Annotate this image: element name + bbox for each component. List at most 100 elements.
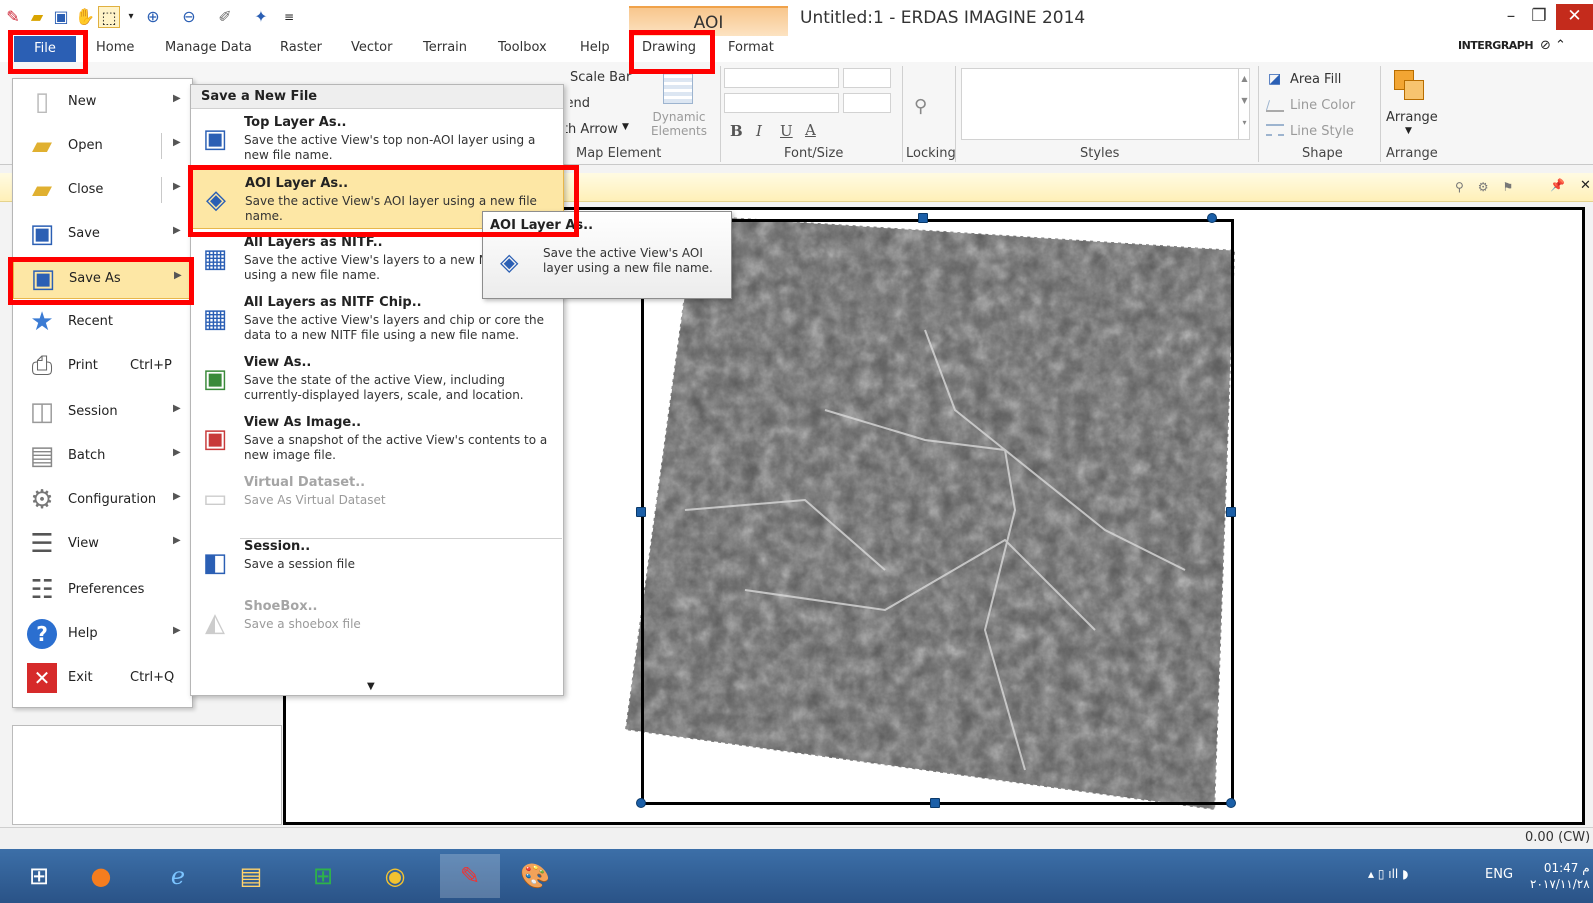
view-header-tools[interactable]: ⚲⚙⚑ [1455,180,1527,194]
file-menu-recent[interactable]: ★ Recent [13,301,192,343]
submenu-session[interactable]: ◧ Session.. Save a session file [192,533,564,593]
firefox-icon[interactable]: ● [78,854,124,898]
file-explorer-icon[interactable]: ▤ [228,854,274,898]
tab-home[interactable]: Home [96,40,134,55]
close-icon[interactable]: ✕ [1556,4,1593,30]
scroll-down-icon[interactable]: ▼ [367,681,375,692]
tab-format[interactable]: Format [728,40,774,55]
save-icon[interactable]: ▣ [50,6,72,28]
tray-clock[interactable]: 01:47 م ٢٠١٧/١١/٢٨ [1530,860,1590,892]
pin-icon[interactable]: 📌 [1550,178,1565,192]
zoom-out-icon[interactable]: ⊖ [178,6,200,28]
styles-gallery-scroll[interactable]: ▲ ▼ ▾ [1238,68,1250,140]
aoi-handle-bottom[interactable] [930,798,940,808]
zoom-in-icon[interactable]: ⊕ [142,6,164,28]
intergraph-logo: INTERGRAPH [1458,39,1534,52]
file-menu-close[interactable]: ▰ Close ▶ [13,169,192,211]
dynamic-elements-icon[interactable] [663,70,693,104]
ribbon-toolbar-icons[interactable]: ⊘ ⌃ [1540,38,1566,53]
tab-terrain[interactable]: Terrain [423,40,467,55]
view-close-icon[interactable]: ✕ [1580,178,1591,193]
contents-panel[interactable] [12,725,282,825]
dropdown-icon[interactable]: ▾ [120,6,142,28]
aoi-handle-bottom-right[interactable] [1226,798,1236,808]
windows-start-icon[interactable]: ⊞ [16,854,62,898]
fill-icon[interactable]: ✦ [250,6,272,28]
restore-icon[interactable]: ❐ [1526,4,1552,30]
file-menu-session[interactable]: ◫ Session ▶ [13,391,192,433]
tray-language[interactable]: ENG [1485,867,1513,882]
area-fill-button[interactable]: Area Fill [1290,72,1341,87]
line-color-button[interactable]: Line Color [1290,98,1355,113]
store-icon[interactable]: ⊞ [300,854,346,898]
aoi-handle-left[interactable] [636,507,646,517]
file-menu-preferences[interactable]: ☷ Preferences [13,569,192,611]
submenu-view-as[interactable]: ▣ View As.. Save the state of the active… [192,349,564,409]
tray-icons[interactable]: ▴ ▯ ıll ◗ [1368,867,1408,881]
group-locking: Locking [906,146,956,161]
paint-icon[interactable]: 🎨 [512,854,558,898]
select-icon[interactable]: ⬚ [98,6,120,28]
arrange-button[interactable]: Arrange [1386,110,1438,125]
font-combo-2[interactable] [724,93,839,113]
internet-explorer-icon[interactable]: e [155,854,201,898]
submenu-view-as-image[interactable]: ▣ View As Image.. Save a snapshot of the… [192,409,564,469]
arrange-icon[interactable] [1394,70,1424,100]
submenu-shoebox[interactable]: ◭ ShoeBox.. Save a shoebox file [192,593,564,653]
font-size-combo[interactable] [843,68,891,88]
open-icon[interactable]: ▰ [26,6,48,28]
file-menu-view[interactable]: ☰ View ▶ [13,523,192,565]
submenu-top-layer-as[interactable]: ▣ Top Layer As.. Save the active View's … [192,109,564,169]
chrome-icon[interactable]: ◉ [372,854,418,898]
legend-button[interactable]: Legend [570,96,590,111]
north-arrow-button[interactable]: North Arrow [566,122,618,137]
font-size-combo-2[interactable] [843,93,891,113]
split-divider [161,177,162,203]
dynamic-elements-button[interactable]: Dynamic Elements [644,110,714,138]
tab-manage-data[interactable]: Manage Data [165,40,252,55]
minimize-icon[interactable]: – [1498,4,1524,30]
split-divider [161,133,162,159]
tab-raster[interactable]: Raster [280,40,322,55]
menu-label: Preferences [68,582,145,597]
aoi-handle-bottom-left[interactable] [636,798,646,808]
bold-button[interactable]: B [730,122,743,140]
north-arrow-dropdown-icon[interactable]: ▼ [622,122,629,132]
erdas-icon[interactable]: ✎ [440,854,500,898]
file-menu-help[interactable]: ? Help ▶ [13,613,192,655]
font-color-button[interactable]: A [805,121,816,139]
submenu-item-title: Virtual Dataset.. [244,475,366,490]
file-menu-print[interactable]: ⎙ Print Ctrl+P [13,345,192,387]
shoebox-icon: ◭ [205,608,225,638]
brush-icon[interactable]: ✐ [214,6,236,28]
aoi-bounding-box[interactable] [641,219,1234,805]
pan-icon[interactable]: ✋ [74,6,96,28]
styles-gallery[interactable] [961,68,1250,140]
italic-button[interactable]: I [756,122,762,140]
submenu-arrow-icon[interactable]: ▶ [173,181,181,192]
tab-toolbox[interactable]: Toolbox [498,40,547,55]
line-style-icon [1266,124,1284,136]
aoi-handle-top-right[interactable] [1207,213,1217,223]
tab-vector[interactable]: Vector [351,40,392,55]
aoi-handle-right[interactable] [1226,507,1236,517]
tab-help[interactable]: Help [580,40,610,55]
file-menu-new[interactable]: ▯ New ▶ [13,81,192,123]
customize-qat-icon[interactable]: ≡ [278,6,300,28]
file-menu-open[interactable]: ▰ Open ▶ [13,125,192,167]
lock-icon[interactable]: ⚲ [914,96,927,117]
submenu-arrow-icon[interactable]: ▶ [173,137,181,148]
line-style-button[interactable]: Line Style [1290,124,1354,139]
font-name-combo[interactable] [724,68,839,88]
submenu-virtual-dataset[interactable]: ▭ Virtual Dataset.. Save As Virtual Data… [192,469,564,529]
folder-open-icon: ▰ [32,131,52,161]
file-menu-save[interactable]: ▣ Save ▶ [13,213,192,255]
file-menu-configuration[interactable]: ⚙ Configuration ▶ [13,479,192,521]
pen-icon[interactable]: ✎ [2,6,24,28]
underline-button[interactable]: U [780,122,793,140]
aoi-handle-top[interactable] [918,213,928,223]
submenu-arrow-icon: ▶ [173,93,181,104]
arrange-dropdown-icon[interactable]: ▼ [1405,126,1412,136]
file-menu-batch[interactable]: ▤ Batch ▶ [13,435,192,477]
file-menu-exit[interactable]: ✕ Exit Ctrl+Q [13,657,192,699]
